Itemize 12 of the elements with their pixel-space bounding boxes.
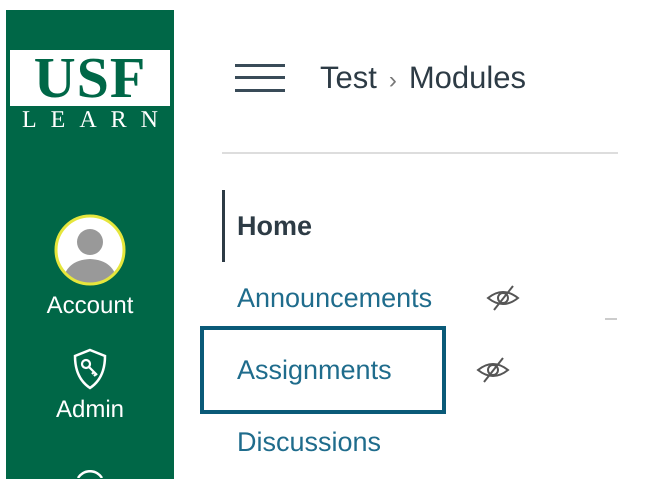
user-avatar-icon [54,214,126,286]
course-nav-link[interactable]: Discussions [222,416,452,468]
dash-mark [605,318,617,320]
admin-link[interactable]: Admin [56,396,124,424]
account-link[interactable]: Account [46,292,134,320]
shield-key-icon [72,348,108,390]
menu-icon[interactable] [235,64,285,92]
breadcrumb-separator: › [388,67,397,95]
breadcrumb-link[interactable]: Test [320,60,377,96]
course-nav-link[interactable]: Announcements [222,272,452,324]
breadcrumb-current: Modules [408,60,526,96]
course-nav-link[interactable]: Home [222,190,452,262]
